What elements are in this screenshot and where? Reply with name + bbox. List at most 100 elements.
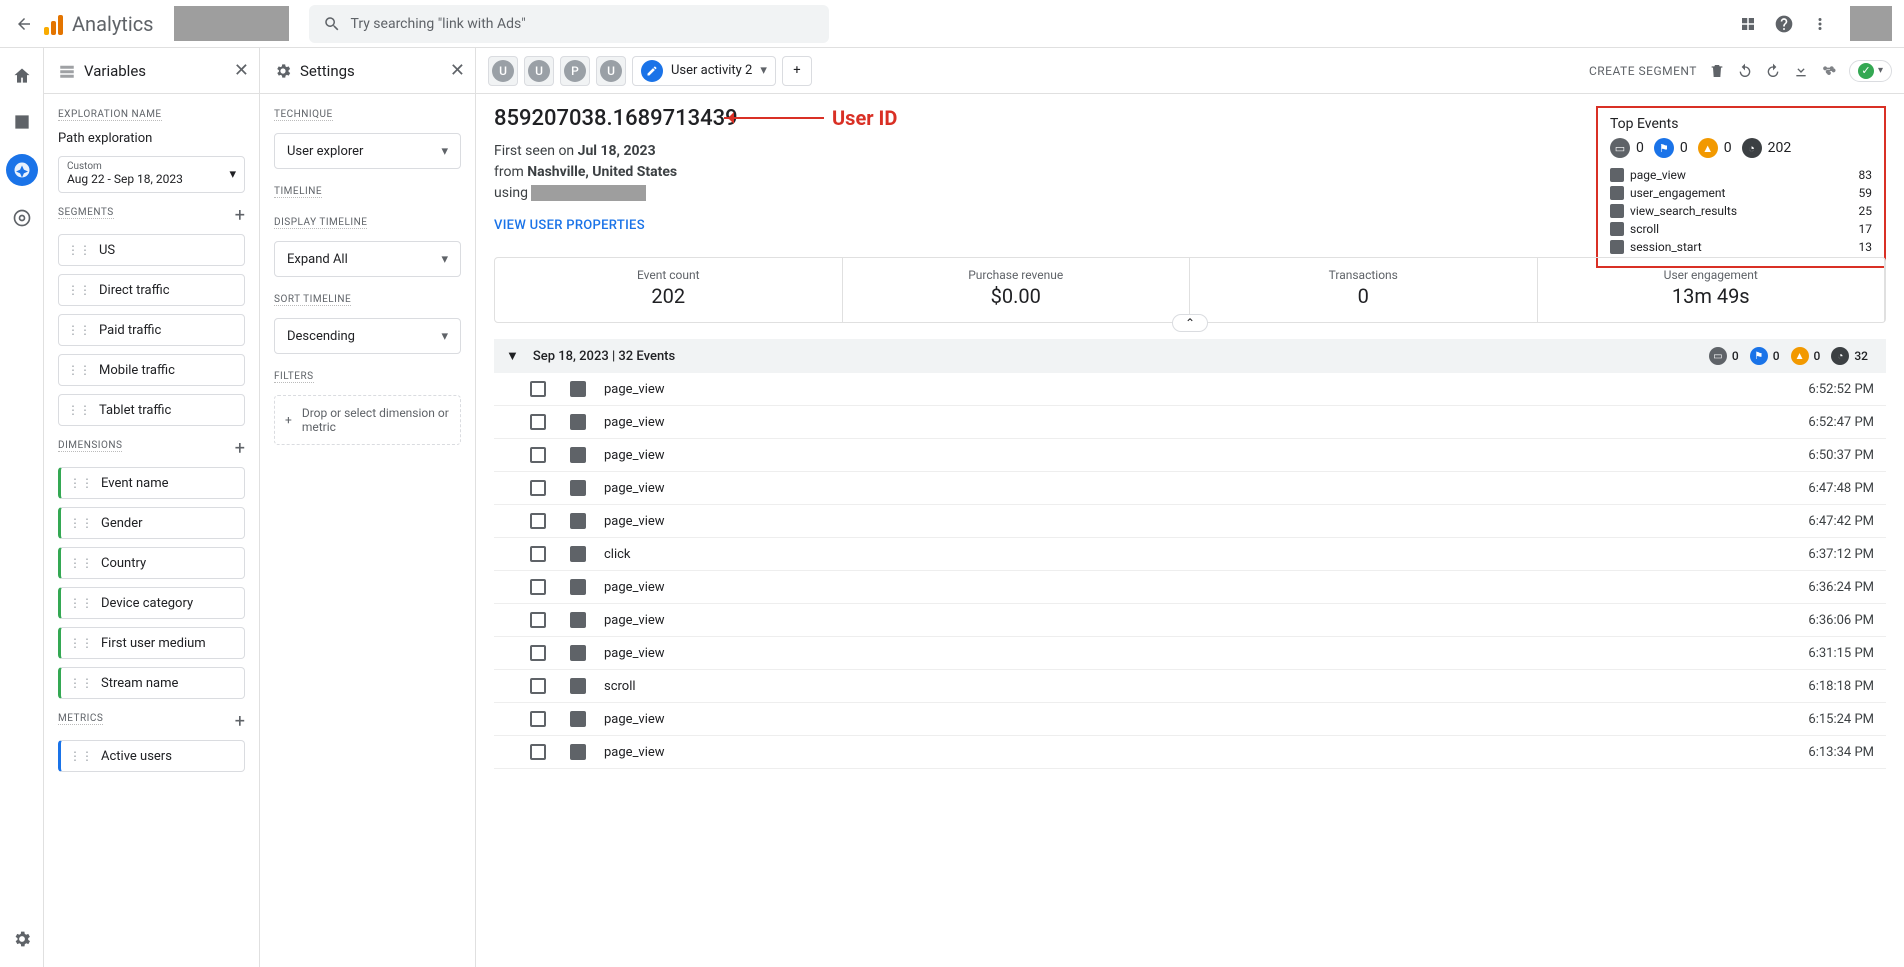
event-row[interactable]: page_view6:52:47 PM: [494, 406, 1886, 439]
search-input[interactable]: Try searching "link with Ads": [309, 5, 829, 43]
add-metric-icon[interactable]: +: [235, 711, 245, 732]
more-vert-icon[interactable]: [1806, 10, 1834, 38]
top-event-row[interactable]: scroll17: [1610, 220, 1872, 238]
create-segment-button[interactable]: CREATE SEGMENT: [1589, 64, 1697, 78]
tab-active[interactable]: User activity 2 ▾: [632, 56, 776, 86]
display-timeline-dropdown[interactable]: Expand All ▾: [274, 241, 461, 277]
pencil-icon: [641, 60, 663, 82]
settings-panel: Settings ✕ TECHNIQUE User explorer ▾ Tim…: [260, 48, 476, 967]
event-icon: [570, 381, 586, 397]
close-settings-icon[interactable]: ✕: [450, 60, 465, 81]
drag-icon: ⋮⋮: [69, 516, 93, 530]
event-row[interactable]: click6:37:12 PM: [494, 538, 1886, 571]
event-row[interactable]: page_view6:13:34 PM: [494, 736, 1886, 769]
nav-explore-icon[interactable]: [6, 154, 38, 186]
tab-inactive[interactable]: U: [596, 56, 626, 86]
chevron-down-icon[interactable]: ▾: [760, 63, 767, 78]
filter-drop-zone[interactable]: + Drop or select dimension or metric: [274, 395, 461, 445]
drag-icon: ⋮⋮: [67, 283, 91, 297]
event-checkbox[interactable]: [530, 447, 546, 463]
event-checkbox[interactable]: [530, 744, 546, 760]
top-event-row[interactable]: user_engagement59: [1610, 184, 1872, 202]
chip-device-category[interactable]: ⋮⋮Device category: [58, 587, 245, 619]
tab-row: UUPU User activity 2 ▾ + CREATE SEGMENT …: [476, 48, 1904, 94]
chip-first-user-medium[interactable]: ⋮⋮First user medium: [58, 627, 245, 659]
redo-icon[interactable]: [1765, 63, 1781, 79]
event-checkbox[interactable]: [530, 612, 546, 628]
add-segment-icon[interactable]: +: [235, 205, 245, 226]
chip-tablet-traffic[interactable]: ⋮⋮Tablet traffic: [58, 394, 245, 426]
exploration-name-value[interactable]: Path exploration: [58, 131, 245, 146]
event-icon: [570, 744, 586, 760]
chip-direct-traffic[interactable]: ⋮⋮Direct traffic: [58, 274, 245, 306]
date-range-selector[interactable]: Custom Aug 22 - Sep 18, 2023 ▾: [58, 156, 245, 193]
event-icon: [1610, 240, 1624, 254]
plus-icon: +: [285, 413, 292, 427]
chip-mobile-traffic[interactable]: ⋮⋮Mobile traffic: [58, 354, 245, 386]
nav-reports-icon[interactable]: [8, 108, 36, 136]
event-checkbox[interactable]: [530, 546, 546, 562]
event-row[interactable]: page_view6:15:24 PM: [494, 703, 1886, 736]
chip-gender[interactable]: ⋮⋮Gender: [58, 507, 245, 539]
drag-icon: ⋮⋮: [67, 323, 91, 337]
event-checkbox[interactable]: [530, 513, 546, 529]
add-tab-button[interactable]: +: [782, 56, 812, 86]
event-row[interactable]: page_view6:47:42 PM: [494, 505, 1886, 538]
event-row[interactable]: scroll6:18:18 PM: [494, 670, 1886, 703]
apps-icon[interactable]: [1734, 10, 1762, 38]
sort-timeline-dropdown[interactable]: Descending ▾: [274, 318, 461, 354]
tab-inactive[interactable]: U: [524, 56, 554, 86]
event-row[interactable]: page_view6:47:48 PM: [494, 472, 1886, 505]
chevron-down-icon[interactable]: ▼: [506, 348, 519, 364]
back-arrow-icon[interactable]: [12, 12, 36, 36]
chip-country[interactable]: ⋮⋮Country: [58, 547, 245, 579]
settings-title: Settings: [300, 62, 355, 80]
chevron-down-icon: ▾: [441, 144, 448, 159]
chip-paid-traffic[interactable]: ⋮⋮Paid traffic: [58, 314, 245, 346]
close-variables-icon[interactable]: ✕: [234, 60, 249, 81]
event-row[interactable]: page_view6:52:52 PM: [494, 373, 1886, 406]
event-icon: [1610, 204, 1624, 218]
sample-status-pill[interactable]: ✓ ▾: [1849, 60, 1892, 82]
event-checkbox[interactable]: [530, 678, 546, 694]
add-dimension-icon[interactable]: +: [235, 438, 245, 459]
event-row[interactable]: page_view6:31:15 PM: [494, 637, 1886, 670]
account-selector-redacted[interactable]: [174, 6, 289, 41]
event-checkbox[interactable]: [530, 480, 546, 496]
event-checkbox[interactable]: [530, 414, 546, 430]
chip-active-users[interactable]: ⋮⋮Active users: [58, 740, 245, 772]
timeline-label: Timeline: [274, 186, 322, 198]
avatar-redacted[interactable]: [1850, 6, 1892, 41]
events-list: page_view6:52:52 PMpage_view6:52:47 PMpa…: [494, 373, 1886, 769]
top-event-row[interactable]: page_view83: [1610, 166, 1872, 184]
event-row[interactable]: page_view6:50:37 PM: [494, 439, 1886, 472]
tab-inactive[interactable]: U: [488, 56, 518, 86]
top-event-row[interactable]: session_start13: [1610, 238, 1872, 256]
event-checkbox[interactable]: [530, 645, 546, 661]
top-events-card: Top Events ▭0⚑0▲0◔202 page_view83user_en…: [1596, 106, 1886, 268]
download-icon[interactable]: [1793, 63, 1809, 79]
nav-settings-icon[interactable]: [8, 925, 36, 953]
nav-home-icon[interactable]: [8, 62, 36, 90]
event-checkbox[interactable]: [530, 579, 546, 595]
event-checkbox[interactable]: [530, 381, 546, 397]
help-icon[interactable]: [1770, 10, 1798, 38]
undo-icon[interactable]: [1737, 63, 1753, 79]
date-group-header[interactable]: ▼ Sep 18, 2023 | 32 Events ▭0⚑0▲0◔32: [494, 339, 1886, 373]
filters-label: FILTERS: [274, 371, 314, 383]
chip-event-name[interactable]: ⋮⋮Event name: [58, 467, 245, 499]
technique-dropdown[interactable]: User explorer ▾: [274, 133, 461, 169]
share-icon[interactable]: [1821, 63, 1837, 79]
topbar: Analytics Try searching "link with Ads": [0, 0, 1904, 48]
chip-stream-name[interactable]: ⋮⋮Stream name: [58, 667, 245, 699]
event-icon: [570, 513, 586, 529]
nav-admin-icon[interactable]: [8, 204, 36, 232]
event-row[interactable]: page_view6:36:06 PM: [494, 604, 1886, 637]
event-row[interactable]: page_view6:36:24 PM: [494, 571, 1886, 604]
trash-icon[interactable]: [1709, 63, 1725, 79]
collapse-icon[interactable]: ⌃: [1172, 314, 1208, 332]
tab-inactive[interactable]: P: [560, 56, 590, 86]
event-checkbox[interactable]: [530, 711, 546, 727]
chip-us[interactable]: ⋮⋮US: [58, 234, 245, 266]
top-event-row[interactable]: view_search_results25: [1610, 202, 1872, 220]
